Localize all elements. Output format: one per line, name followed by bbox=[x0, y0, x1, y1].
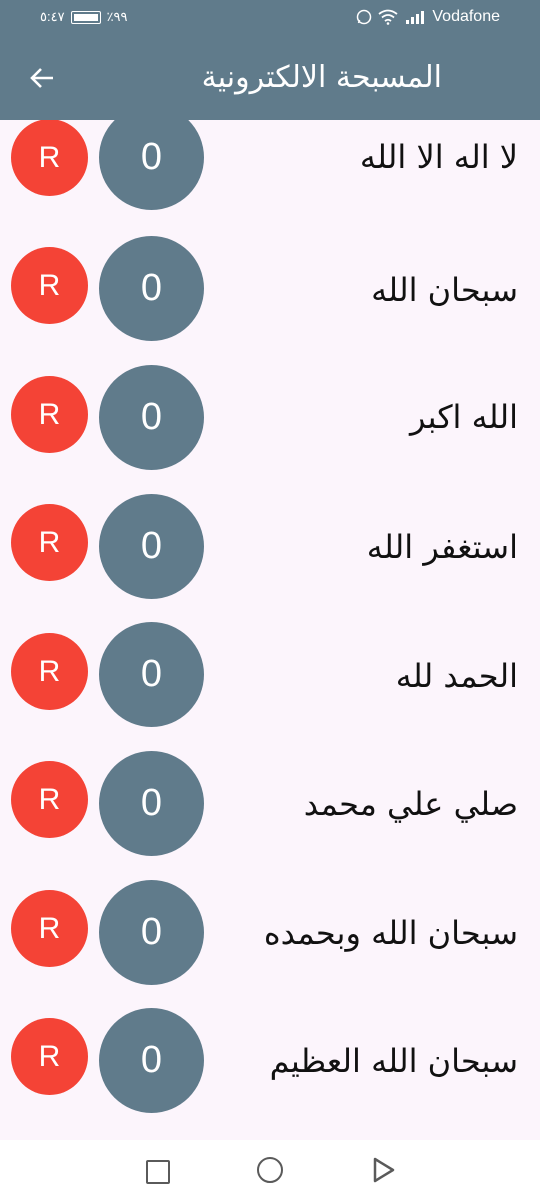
zikr-label: سبحان الله العظيم bbox=[269, 1042, 518, 1080]
wifi-icon bbox=[378, 9, 398, 25]
reset-button[interactable]: R bbox=[11, 376, 88, 453]
recents-square-icon[interactable] bbox=[144, 1156, 172, 1184]
list-item: R 0 الحمد لله bbox=[0, 608, 540, 736]
list-item: R 0 لا اله الا الله bbox=[0, 120, 540, 222]
time-text: ٥:٤٧ bbox=[40, 9, 65, 24]
zikr-label: استغفر الله bbox=[366, 528, 518, 566]
reset-button[interactable]: R bbox=[11, 1018, 88, 1095]
counter-button[interactable]: 0 bbox=[99, 1008, 204, 1113]
counter-button[interactable]: 0 bbox=[99, 236, 204, 341]
zikr-label: الله اكبر bbox=[410, 398, 518, 436]
list-item: R 0 سبحان الله العظيم bbox=[0, 993, 540, 1121]
counter-button[interactable]: 0 bbox=[99, 494, 204, 599]
back-triangle-icon[interactable] bbox=[370, 1156, 398, 1184]
whatsapp-icon bbox=[357, 9, 372, 25]
status-bar: ٥:٤٧ ٪٩٩ Vodafone bbox=[0, 0, 540, 36]
carrier-name: Vodafone bbox=[432, 8, 500, 25]
list-item: R 0 استغفر الله bbox=[0, 479, 540, 607]
list-item: R 0 سبحان الله وبحمده bbox=[0, 865, 540, 993]
arrow-back-icon bbox=[30, 68, 53, 88]
reset-button[interactable]: R bbox=[11, 761, 88, 838]
reset-button[interactable]: R bbox=[11, 633, 88, 710]
list-item: R 0 صلي علي محمد bbox=[0, 736, 540, 864]
list-item: R 0 سبحان الله bbox=[0, 222, 540, 350]
battery-percent: ٪٩٩ bbox=[106, 9, 128, 24]
counter-button[interactable]: 0 bbox=[99, 622, 204, 727]
reset-button[interactable]: R bbox=[11, 890, 88, 967]
page-title: المسبحة الالكترونية bbox=[201, 60, 442, 95]
home-circle-icon[interactable] bbox=[256, 1156, 284, 1184]
zikr-label: سبحان الله bbox=[371, 271, 518, 309]
reset-button[interactable]: R bbox=[11, 120, 88, 196]
reset-button[interactable]: R bbox=[11, 504, 88, 581]
app-bar: المسبحة الالكترونية bbox=[0, 36, 540, 120]
counter-button[interactable]: 0 bbox=[99, 880, 204, 985]
status-left: ٥:٤٧ ٪٩٩ bbox=[40, 9, 128, 25]
signal-icon bbox=[406, 11, 425, 24]
counter-button[interactable]: 0 bbox=[99, 751, 204, 856]
status-right: Vodafone bbox=[356, 8, 500, 26]
zikr-label: لا اله الا الله bbox=[359, 138, 518, 176]
list-item: R 0 الله اكبر bbox=[0, 351, 540, 479]
azkar-list: R 0 لا اله الا الله R 0 سبحان الله R 0 ا… bbox=[0, 120, 540, 1140]
system-nav-bar bbox=[0, 1140, 540, 1200]
zikr-label: صلي علي محمد bbox=[303, 785, 518, 823]
battery-icon bbox=[70, 10, 101, 24]
counter-button[interactable]: 0 bbox=[99, 365, 204, 470]
zikr-label: الحمد لله bbox=[395, 657, 518, 695]
reset-button[interactable]: R bbox=[11, 247, 88, 324]
back-button[interactable] bbox=[20, 56, 64, 100]
zikr-label: سبحان الله وبحمده bbox=[263, 914, 518, 952]
counter-button[interactable]: 0 bbox=[99, 120, 204, 210]
